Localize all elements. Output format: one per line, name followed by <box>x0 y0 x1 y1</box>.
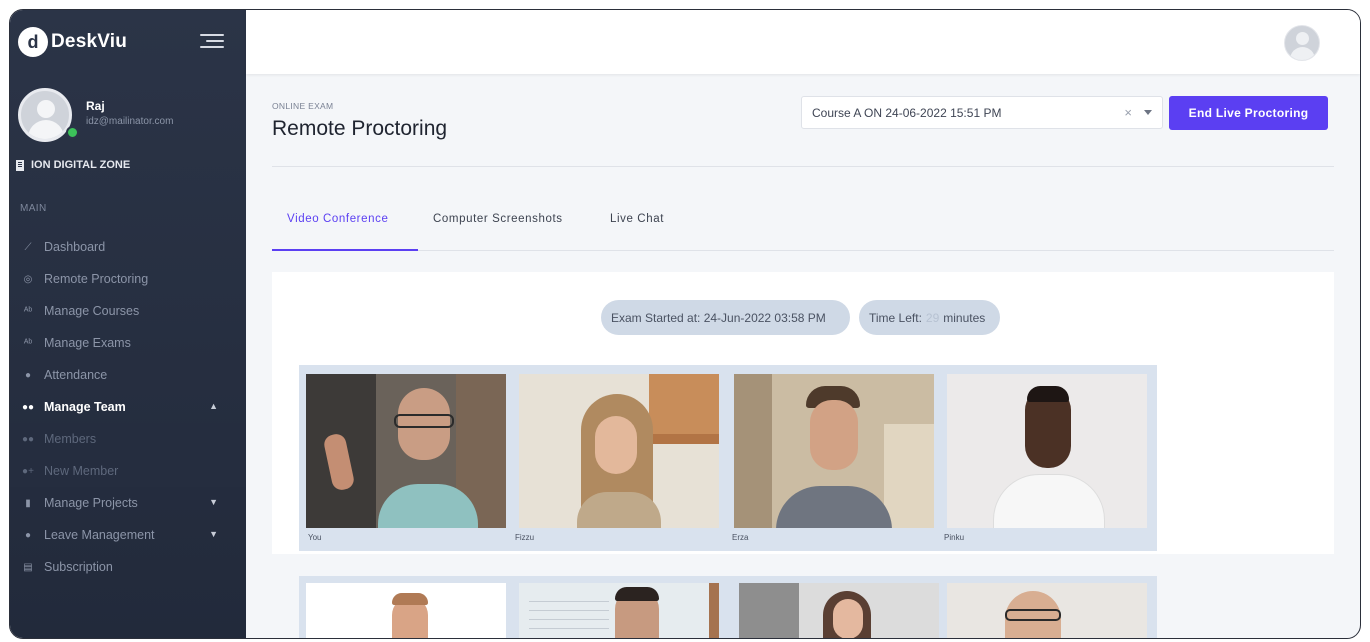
sidebar-item-label: Members <box>44 432 97 446</box>
profile-email: idz@mailinator.com <box>86 116 174 127</box>
target-icon: ◎ <box>23 273 33 285</box>
time-left-unit: minutes <box>943 310 986 325</box>
app-window: d DeskViu Raj idz@mailinator.com ION DIG… <box>9 9 1361 639</box>
sidebar-item-label: Remote Proctoring <box>44 272 149 286</box>
tab-bar: Video Conference Computer Screenshots Li… <box>272 201 1334 251</box>
main-content: ONLINE EXAM Remote Proctoring Course A O… <box>246 74 1360 638</box>
video-tile[interactable] <box>306 583 506 638</box>
time-left-label: Time Left: <box>869 310 922 325</box>
hamburger-menu-icon[interactable] <box>200 34 224 50</box>
active-tab-indicator <box>272 249 418 251</box>
chevron-down-icon: ▼ <box>209 497 218 507</box>
organization: ION DIGITAL ZONE <box>16 159 130 171</box>
document-icon: ▤ <box>23 561 33 573</box>
avatar <box>18 88 72 142</box>
sidebar-item-manage-team[interactable]: ●● Manage Team ▲ <box>10 391 246 423</box>
user-plus-icon: ●+ <box>22 465 34 477</box>
exam-started-text: Exam Started at: 24-Jun-2022 03:58 PM <box>611 310 826 325</box>
sidebar-item-label: Manage Courses <box>44 304 140 318</box>
sidebar-item-leave-management[interactable]: ● Leave Management ▼ <box>10 519 246 551</box>
video-tile[interactable] <box>519 374 719 528</box>
sidebar-item-label: Attendance <box>44 368 108 382</box>
page-title: Remote Proctoring <box>272 117 448 140</box>
abc-icon: ᴬᵇ <box>23 305 33 317</box>
video-tile[interactable] <box>306 374 506 528</box>
breadcrumb: ONLINE EXAM <box>272 101 334 111</box>
chevron-down-icon: ▼ <box>209 529 218 539</box>
time-left-value: 29 <box>925 310 940 325</box>
globe-icon: ● <box>24 529 32 541</box>
video-grid: You Fizzu Erza Pinku <box>299 365 1157 551</box>
chart-line-icon: ⟋ <box>24 241 32 253</box>
sidebar-item-label: Subscription <box>44 560 113 574</box>
organization-name: ION DIGITAL ZONE <box>31 159 131 171</box>
users-icon: ●● <box>21 433 35 445</box>
sidebar-item-manage-exams[interactable]: ᴬᵇ Manage Exams <box>10 327 246 359</box>
brand[interactable]: d DeskViu <box>18 24 127 60</box>
section-label: MAIN <box>20 203 47 214</box>
sidebar-menu: ⟋ Dashboard ◎ Remote Proctoring ᴬᵇ Manag… <box>10 231 246 583</box>
video-conference-panel: Exam Started at: 24-Jun-2022 03:58 PM Ti… <box>272 272 1334 638</box>
tab-computer-screenshots[interactable]: Computer Screenshots <box>433 213 563 225</box>
end-live-proctoring-button[interactable]: End Live Proctoring <box>1169 96 1328 130</box>
deskviu-logo-icon: d <box>18 27 48 57</box>
brand-name: DeskViu <box>51 31 128 52</box>
sidebar-item-dashboard[interactable]: ⟋ Dashboard <box>10 231 246 263</box>
sidebar-item-manage-projects[interactable]: ▮ Manage Projects ▼ <box>10 487 246 519</box>
sidebar-item-attendance[interactable]: ● Attendance <box>10 359 246 391</box>
sidebar-item-label: Manage Exams <box>44 336 131 350</box>
sidebar-item-members[interactable]: ●● Members <box>10 423 246 455</box>
video-tile[interactable] <box>519 583 719 638</box>
participant-name: You <box>308 533 322 542</box>
caret-down-icon[interactable] <box>1144 110 1152 115</box>
divider <box>272 166 1334 167</box>
sidebar-item-label: New Member <box>44 464 119 478</box>
participant-name: Fizzu <box>515 533 535 542</box>
sidebar-item-label: Dashboard <box>44 240 106 254</box>
sidebar-item-remote-proctoring[interactable]: ◎ Remote Proctoring <box>10 263 246 295</box>
sidebar-item-label: Manage Team <box>44 400 126 414</box>
profile-name: Raj <box>86 99 105 113</box>
chevron-up-icon: ▲ <box>209 401 218 411</box>
sidebar: d DeskViu Raj idz@mailinator.com ION DIG… <box>10 10 246 638</box>
exam-started-badge: Exam Started at: 24-Jun-2022 03:58 PM <box>601 300 850 335</box>
abc-icon: ᴬᵇ <box>23 337 33 349</box>
users-icon: ●● <box>21 401 35 413</box>
top-bar <box>246 10 1360 74</box>
participant-name: Erza <box>732 533 749 542</box>
video-tile[interactable] <box>947 583 1147 638</box>
tab-live-chat[interactable]: Live Chat <box>610 213 664 225</box>
video-tile[interactable] <box>739 583 939 638</box>
sidebar-item-manage-courses[interactable]: ᴬᵇ Manage Courses <box>10 295 246 327</box>
course-select-value: Course A ON 24-06-2022 15:51 PM <box>812 105 1002 120</box>
user-profile: Raj idz@mailinator.com <box>18 88 246 144</box>
tab-video-conference[interactable]: Video Conference <box>287 213 388 225</box>
sidebar-item-subscription[interactable]: ▤ Subscription <box>10 551 246 583</box>
sidebar-item-new-member[interactable]: ●+ New Member <box>10 455 246 487</box>
course-select[interactable]: Course A ON 24-06-2022 15:51 PM × <box>801 96 1163 129</box>
bar-chart-icon: ▮ <box>25 497 31 509</box>
user-avatar-icon[interactable] <box>1284 25 1320 61</box>
sidebar-item-label: Leave Management <box>44 528 155 542</box>
online-status-dot <box>66 126 79 139</box>
sidebar-item-label: Manage Projects <box>44 496 138 510</box>
user-check-icon: ● <box>24 369 32 381</box>
video-grid-row-2 <box>299 576 1157 638</box>
video-tile[interactable] <box>734 374 934 528</box>
building-icon <box>16 159 24 171</box>
video-tile[interactable] <box>947 374 1147 528</box>
time-left-badge: Time Left: 29 minutes <box>859 300 1000 335</box>
clear-icon[interactable]: × <box>1124 105 1132 120</box>
participant-name: Pinku <box>944 533 965 542</box>
